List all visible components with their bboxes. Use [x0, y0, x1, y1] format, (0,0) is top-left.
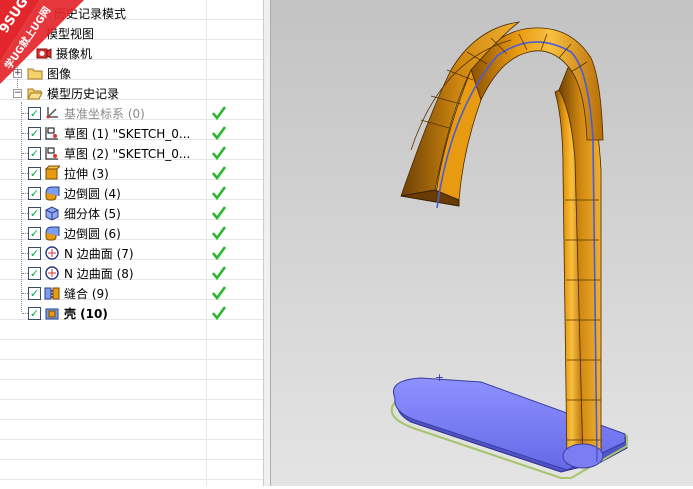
collapse-history-toggle[interactable]: − [13, 89, 22, 98]
feature-checkbox[interactable]: ✓ [28, 166, 41, 180]
feature-label: N 边曲面 (7) [64, 246, 134, 261]
feature-checkbox[interactable]: ✓ [28, 306, 41, 320]
feature-label: 拉伸 (3) [64, 166, 109, 181]
feature-node[interactable]: ✓ 壳 (10) [22, 303, 108, 323]
grid-row [0, 340, 263, 360]
feature-node[interactable]: ✓ 草图 (1) "SKETCH_0... [22, 123, 191, 143]
feature-node[interactable]: ✓ 边倒圆 (4) [22, 183, 121, 203]
tree-connector [22, 153, 28, 154]
feature-checkbox[interactable]: ✓ [28, 246, 41, 260]
extrude-icon [44, 165, 62, 181]
watermark-logo: 9SUG 学UG就上UG网 [0, 0, 84, 84]
n-sided-surface-icon [44, 245, 60, 261]
graphics-viewport[interactable]: + [271, 0, 693, 486]
sketch-icon [44, 145, 60, 161]
grid-row [0, 460, 263, 480]
grid-row [0, 440, 263, 460]
feature-node[interactable]: ✓ 拉伸 (3) [22, 163, 109, 183]
shell-icon [44, 305, 60, 321]
feature-checkbox[interactable]: ✓ [28, 206, 41, 220]
grid-row [0, 400, 263, 420]
status-ok-icon [211, 226, 227, 241]
tree-connector [22, 173, 28, 174]
tree-connector [22, 133, 28, 134]
feature-label: 边倒圆 (6) [64, 226, 121, 241]
edge-blend-icon [44, 185, 60, 201]
tree-item-model-history[interactable]: 模型历史记录 [24, 83, 119, 103]
tree-connector [22, 233, 28, 234]
tree-connector [22, 313, 28, 314]
subdivide-body-icon [44, 205, 60, 221]
status-ok-icon [211, 266, 227, 281]
feature-checkbox[interactable]: ✓ [28, 106, 41, 120]
datum-csys-icon [44, 105, 60, 121]
feature-label: 细分体 (5) [64, 206, 121, 221]
feature-checkbox[interactable]: ✓ [28, 266, 41, 280]
status-ok-icon [211, 146, 227, 161]
status-ok-icon [211, 126, 227, 141]
feature-checkbox[interactable]: ✓ [28, 186, 41, 200]
feature-node[interactable]: ✓ 基准坐标系 (0) [22, 103, 145, 123]
feature-node[interactable]: ✓ 草图 (2) "SKETCH_0... [22, 143, 191, 163]
faucet-model: + [390, 21, 628, 479]
status-ok-icon [211, 306, 227, 321]
pane-splitter[interactable] [263, 0, 271, 486]
sketch-icon [44, 125, 60, 141]
origin-marker-icon: + [435, 371, 444, 384]
feature-label: 草图 (2) "SKETCH_0... [64, 146, 191, 161]
tree-connector [22, 113, 28, 114]
feature-label: 基准坐标系 (0) [64, 106, 145, 121]
sew-icon [44, 285, 60, 301]
folder-open-icon [27, 85, 43, 101]
feature-node[interactable]: ✓ N 边曲面 (8) [22, 263, 134, 283]
feature-checkbox[interactable]: ✓ [28, 286, 41, 300]
tree-connector [22, 293, 28, 294]
feature-label: 边倒圆 (4) [64, 186, 121, 201]
status-ok-icon [211, 166, 227, 181]
feature-label: N 边曲面 (8) [64, 266, 134, 281]
status-ok-icon [211, 246, 227, 261]
feature-checkbox[interactable]: ✓ [28, 146, 41, 160]
tree-connector [22, 193, 28, 194]
feature-node[interactable]: ✓ 边倒圆 (6) [22, 223, 121, 243]
feature-label: 壳 (10) [64, 306, 108, 321]
feature-checkbox[interactable]: ✓ [28, 226, 41, 240]
feature-node[interactable]: ✓ N 边曲面 (7) [22, 243, 134, 263]
status-ok-icon [211, 186, 227, 201]
feature-label: 缝合 (9) [64, 286, 109, 301]
status-ok-icon [211, 286, 227, 301]
status-ok-icon [211, 106, 227, 121]
status-ok-icon [211, 206, 227, 221]
feature-node[interactable]: ✓ 细分体 (5) [22, 203, 121, 223]
grid-row [0, 380, 263, 400]
tree-connector [22, 253, 28, 254]
feature-checkbox[interactable]: ✓ [28, 126, 41, 140]
edge-blend-icon [44, 225, 60, 241]
feature-node[interactable]: ✓ 缝合 (9) [22, 283, 109, 303]
grid-row [0, 480, 263, 486]
part-navigator: 历史记录模式 模型视图 摄像机 + 图像 − 模型历史记录 ✓ 基准坐标系 (0)… [0, 0, 263, 486]
grid-row [0, 360, 263, 380]
grid-row [0, 420, 263, 440]
feature-label: 草图 (1) "SKETCH_0... [64, 126, 191, 141]
n-sided-surface-icon [44, 265, 60, 281]
tree-connector [22, 213, 28, 214]
tree-connector [22, 273, 28, 274]
grid-row [0, 320, 263, 340]
